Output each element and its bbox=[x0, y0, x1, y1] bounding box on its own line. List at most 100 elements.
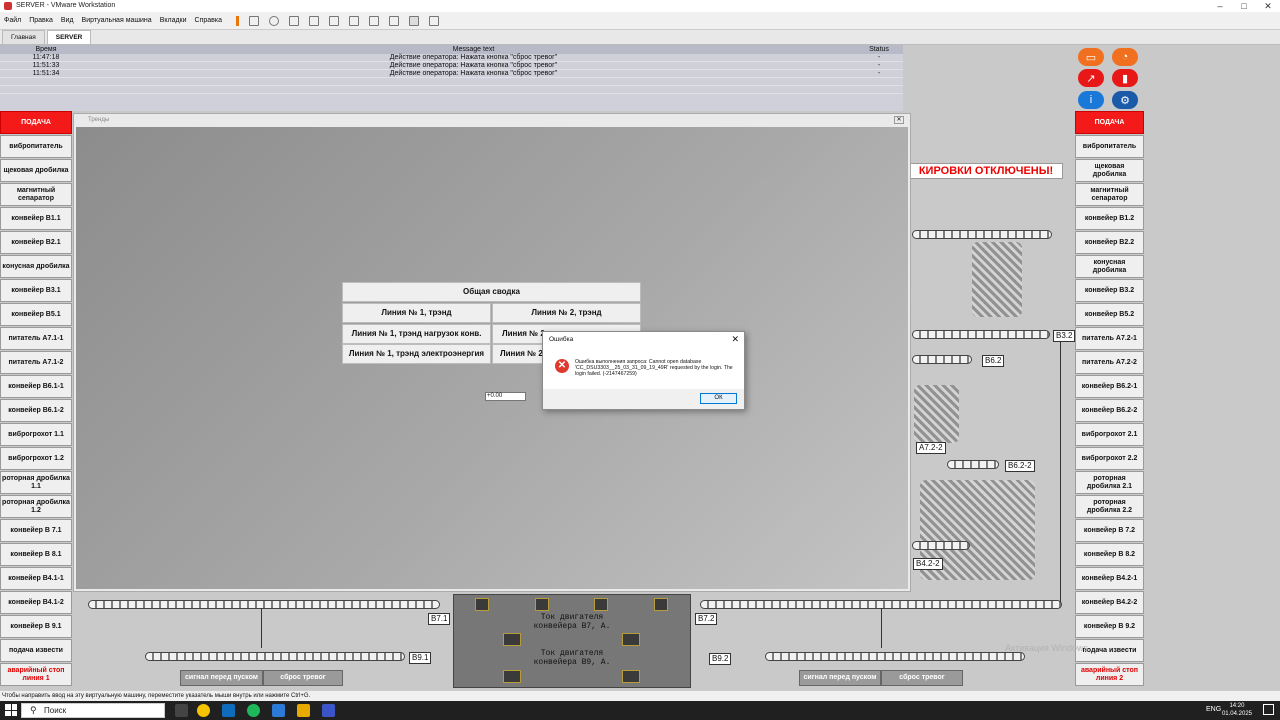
windows-start-icon[interactable] bbox=[5, 704, 17, 716]
taskbar-clock[interactable]: 14:20 01.04.2025 bbox=[1222, 702, 1252, 718]
table-row[interactable] bbox=[0, 78, 903, 86]
thumbnail-icon[interactable] bbox=[349, 15, 360, 26]
thermometer-icon[interactable]: ▮ bbox=[1112, 69, 1138, 87]
menu-edit[interactable]: Правка bbox=[29, 17, 53, 24]
tab-server[interactable]: SERVER bbox=[46, 30, 92, 44]
unity-icon[interactable] bbox=[389, 15, 400, 26]
line1-button-15[interactable]: роторная дробилка 1.1 bbox=[0, 471, 72, 494]
clock-icon[interactable]: ◔ bbox=[1112, 48, 1138, 66]
dialog-close-icon[interactable]: ✕ bbox=[731, 334, 739, 345]
line1-button-16[interactable]: роторная дробилка 1.2 bbox=[0, 495, 72, 518]
revert-icon[interactable] bbox=[289, 15, 300, 26]
whatsapp-icon[interactable] bbox=[247, 704, 260, 717]
taskbar-search[interactable]: ⚲ Поиск bbox=[21, 703, 165, 718]
line2-button-4[interactable]: конвейер В1.2 bbox=[1075, 207, 1144, 230]
snapshot-manager-icon[interactable] bbox=[309, 15, 320, 26]
line1-button-10[interactable]: питатель А7.1-2 bbox=[0, 351, 72, 374]
conveyor-b32[interactable] bbox=[912, 330, 1050, 339]
vmware-taskbar-icon[interactable] bbox=[322, 704, 335, 717]
stretch-icon[interactable] bbox=[429, 15, 440, 26]
line2-button-15[interactable]: роторная дробилка 2.1 bbox=[1075, 471, 1144, 494]
conveyor-b422[interactable] bbox=[912, 541, 970, 550]
line1-button-1[interactable]: вибропитатель bbox=[0, 135, 72, 158]
line2-button-12[interactable]: конвейер В6.2-2 bbox=[1075, 399, 1144, 422]
notification-icon[interactable] bbox=[1263, 704, 1274, 715]
line2-button-3[interactable]: магнитный сепаратор bbox=[1075, 183, 1144, 206]
line1-button-8[interactable]: конвейер В5.1 bbox=[0, 303, 72, 326]
tab-home[interactable]: Главная bbox=[2, 30, 45, 44]
line1-button-2[interactable]: щековая дробилка bbox=[0, 159, 72, 182]
library-icon[interactable] bbox=[329, 15, 340, 26]
outlook-icon[interactable] bbox=[222, 704, 235, 717]
conveyor-b62[interactable] bbox=[912, 355, 972, 364]
minimize-button[interactable]: – bbox=[1208, 0, 1232, 12]
line2-button-11[interactable]: конвейер В6.2-1 bbox=[1075, 375, 1144, 398]
conveyor-b31[interactable] bbox=[912, 230, 1052, 239]
maximize-button[interactable]: □ bbox=[1232, 0, 1256, 12]
task-view-icon[interactable] bbox=[175, 704, 188, 717]
line1-load-trend-button[interactable]: Линия № 1, трэнд нагрузок конв. bbox=[342, 324, 491, 344]
line2-button-2[interactable]: щековая дробилка bbox=[1075, 159, 1144, 182]
console-icon[interactable] bbox=[409, 15, 420, 26]
line1-button-3[interactable]: магнитный сепаратор bbox=[0, 183, 72, 206]
file-explorer-icon[interactable] bbox=[297, 704, 310, 717]
menu-help[interactable]: Справка bbox=[195, 17, 222, 24]
yandex-browser-icon[interactable] bbox=[197, 704, 210, 717]
settings-gear-icon[interactable]: ⚙ bbox=[1112, 91, 1138, 109]
trends-close-icon[interactable]: ✕ bbox=[894, 116, 904, 124]
line2-button-8[interactable]: конвейер В5.2 bbox=[1075, 303, 1144, 326]
line1-button-6[interactable]: конусная дробилка bbox=[0, 255, 72, 278]
line1-button-18[interactable]: конвейер В 8.1 bbox=[0, 543, 72, 566]
line1-energy-trend-button[interactable]: Линия № 1, трэнд электроэнергия bbox=[342, 344, 491, 364]
value-field[interactable]: +0.00 bbox=[485, 392, 526, 401]
fullscreen-icon[interactable] bbox=[369, 15, 380, 26]
line1-button-7[interactable]: конвейер В3.1 bbox=[0, 279, 72, 302]
line2-button-19[interactable]: конвейер В4.2-1 bbox=[1075, 567, 1144, 590]
line1-button-0[interactable]: ПОДАЧА bbox=[0, 111, 72, 134]
line1-button-13[interactable]: виброгрохот 1.1 bbox=[0, 423, 72, 446]
line2-button-23[interactable]: аварийный стоп линия 2 bbox=[1075, 663, 1144, 686]
reset-alarms-button-1[interactable]: сброс тревог bbox=[263, 670, 343, 686]
line1-button-14[interactable]: виброгрохот 1.2 bbox=[0, 447, 72, 470]
ok-button[interactable]: ОК bbox=[700, 393, 737, 404]
table-row[interactable]: 11:47:18 Действие оператора: Нажата кноп… bbox=[0, 54, 903, 62]
table-row[interactable]: 11:51:33 Действие оператора: Нажата кноп… bbox=[0, 62, 903, 70]
language-indicator[interactable]: ENG bbox=[1206, 706, 1221, 713]
line1-button-21[interactable]: конвейер В 9.1 bbox=[0, 615, 72, 638]
line2-button-18[interactable]: конвейер В 8.2 bbox=[1075, 543, 1144, 566]
signal-before-start-button-1[interactable]: сигнал перед пуском bbox=[180, 670, 263, 686]
line1-button-5[interactable]: конвейер В2.1 bbox=[0, 231, 72, 254]
line2-button-13[interactable]: виброгрохот 2.1 bbox=[1075, 423, 1144, 446]
summary-button[interactable]: Общая сводка bbox=[342, 282, 641, 302]
line1-button-9[interactable]: питатель А7.1-1 bbox=[0, 327, 72, 350]
line2-button-1[interactable]: вибропитатель bbox=[1075, 135, 1144, 158]
line1-button-11[interactable]: конвейер В6.1-1 bbox=[0, 375, 72, 398]
menu-tabs[interactable]: Вкладки bbox=[160, 17, 187, 24]
snapshot-icon[interactable] bbox=[269, 15, 280, 26]
line1-trend-button[interactable]: Линия № 1, трэнд bbox=[342, 303, 491, 323]
line2-button-9[interactable]: питатель А7.2-1 bbox=[1075, 327, 1144, 350]
table-row[interactable] bbox=[0, 86, 903, 94]
trend-icon[interactable]: ↗ bbox=[1078, 69, 1104, 87]
conveyor-b91[interactable] bbox=[145, 652, 405, 661]
menu-view[interactable]: Вид bbox=[61, 17, 74, 24]
line2-button-17[interactable]: конвейер В 7.2 bbox=[1075, 519, 1144, 542]
app-icon[interactable] bbox=[272, 704, 285, 717]
line2-button-21[interactable]: конвейер В 9.2 bbox=[1075, 615, 1144, 638]
line2-button-14[interactable]: виброгрохот 2.2 bbox=[1075, 447, 1144, 470]
table-row[interactable]: 11:51:34 Действие оператора: Нажата кноп… bbox=[0, 70, 903, 78]
line2-button-7[interactable]: конвейер В3.2 bbox=[1075, 279, 1144, 302]
conveyor-b92[interactable] bbox=[765, 652, 1025, 661]
line1-button-17[interactable]: конвейер В 7.1 bbox=[0, 519, 72, 542]
line2-button-20[interactable]: конвейер В4.2-2 bbox=[1075, 591, 1144, 614]
line2-button-5[interactable]: конвейер В2.2 bbox=[1075, 231, 1144, 254]
conveyor-b622[interactable] bbox=[947, 460, 999, 469]
menu-file[interactable]: Файл bbox=[4, 17, 21, 24]
signal-before-start-button-2[interactable]: сигнал перед пуском bbox=[799, 670, 881, 686]
info-icon[interactable]: i bbox=[1078, 91, 1104, 109]
line1-button-12[interactable]: конвейер В6.1-2 bbox=[0, 399, 72, 422]
line2-button-16[interactable]: роторная дробилка 2.2 bbox=[1075, 495, 1144, 518]
close-button[interactable]: ✕ bbox=[1256, 0, 1280, 12]
line1-button-23[interactable]: аварийный стоп линия 1 bbox=[0, 663, 72, 686]
line1-button-22[interactable]: подача извести bbox=[0, 639, 72, 662]
